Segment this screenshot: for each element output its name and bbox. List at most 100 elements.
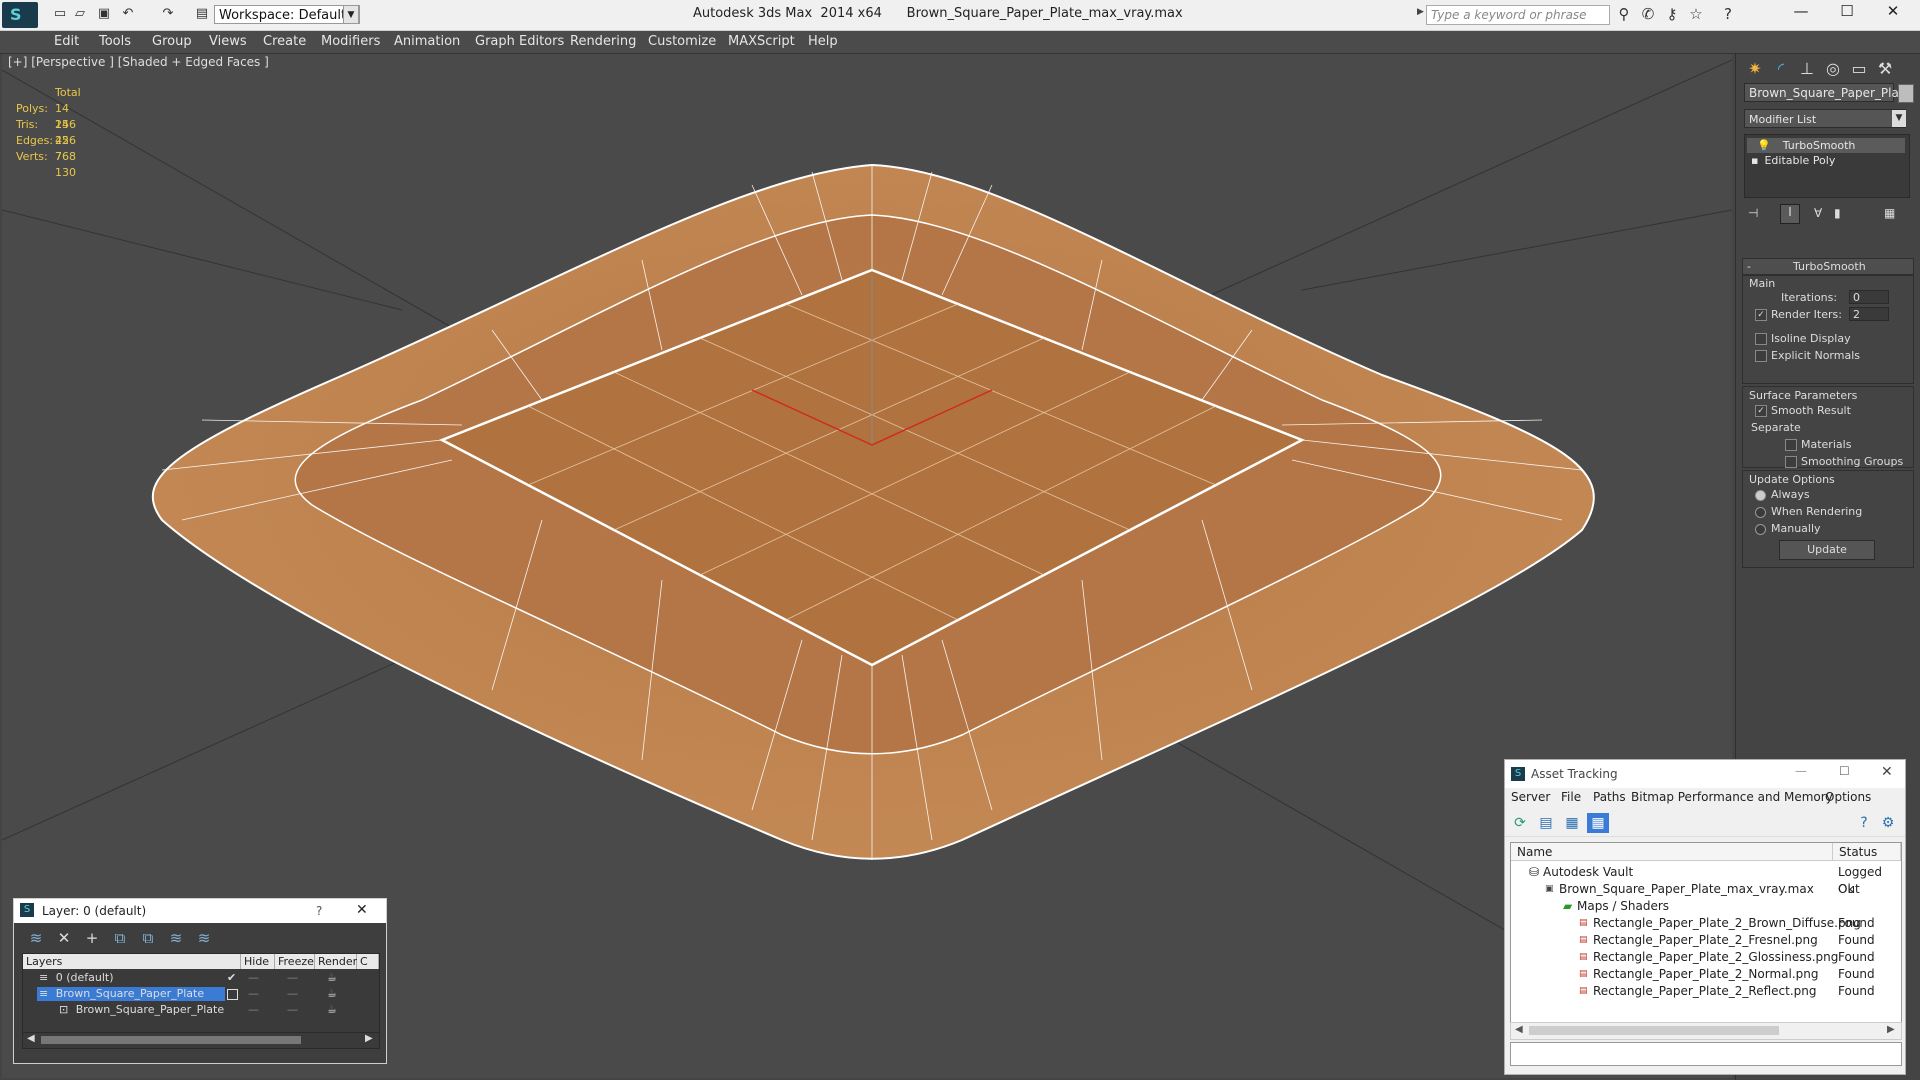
create-tab-icon[interactable]: ✷ [1744,58,1766,80]
column-c[interactable]: C [357,954,379,969]
render-teapot-icon[interactable]: ☕ [327,1002,337,1018]
make-current-checkbox[interactable] [227,989,238,1000]
menu-group[interactable]: Group [152,34,192,49]
menu-options[interactable]: Options [1825,790,1871,804]
lightbulb-icon[interactable]: 💡 [1747,139,1771,152]
vault-settings-icon[interactable]: ⚙ [1877,813,1899,833]
search-input[interactable]: Type a keyword or phrase [1426,5,1610,25]
freeze-toggle[interactable]: — [287,986,298,1002]
menu-file[interactable]: File [1561,790,1581,804]
remove-modifier-icon[interactable]: ▮ [1834,206,1841,220]
smooth-result-checkbox[interactable]: ✓ [1755,405,1767,417]
close-icon[interactable]: ✕ [1881,764,1893,780]
render-teapot-icon[interactable]: ☕ [327,986,337,1002]
thumbnail-view-icon[interactable]: ▦ [1561,813,1583,833]
select-objects-icon[interactable]: ⧉ [108,927,132,949]
menu-help[interactable]: Help [808,34,838,49]
layer-horizontal-scrollbar[interactable]: ◀ ▶ [23,1032,379,1047]
asset-row-max-file[interactable]: ▣ Brown_Square_Paper_Plate_max_vray.max … [1511,881,1901,898]
explicit-normals-checkbox[interactable] [1755,350,1767,362]
menu-views[interactable]: Views [209,34,247,49]
close-icon[interactable]: ✕ [356,902,368,918]
hide-toggle[interactable]: — [248,986,259,1002]
layer-window-titlebar[interactable]: S Layer: 0 (default) ? ✕ [14,899,386,923]
when-rendering-radio[interactable] [1755,507,1766,518]
new-file-icon[interactable]: ▭ [52,6,68,22]
asset-row-maps-folder[interactable]: ▰ Maps / Shaders [1511,898,1901,915]
always-radio[interactable] [1755,490,1766,501]
modifier-list-arrow-icon[interactable]: ▼ [1892,110,1906,127]
column-layers[interactable]: Layers [23,954,241,969]
highlight-layer-icon[interactable]: ⧉ [136,927,160,949]
workspace-dropdown-button[interactable]: ▼ [343,5,359,24]
save-icon[interactable]: ▣ [96,6,112,22]
column-freeze[interactable]: Freeze [275,954,315,969]
menu-bitmap-performance[interactable]: Bitmap Performance and Memory [1631,790,1833,804]
menu-server[interactable]: Server [1511,790,1550,804]
favorites-star-icon[interactable]: ☆ [1686,5,1706,23]
collapse-plus-icon[interactable]: ▪ [1747,154,1758,167]
scroll-right-icon[interactable]: ▶ [1887,1024,1895,1035]
modify-tab-icon[interactable]: ◜ [1770,58,1792,80]
help-icon[interactable]: ? [316,904,322,918]
configure-modifier-sets-icon[interactable]: ▦ [1884,206,1895,220]
help-icon[interactable]: ? [1718,5,1738,23]
stack-item-turbosmooth[interactable]: 💡 TurboSmooth [1747,138,1905,153]
binoculars-icon[interactable]: ⚲ [1614,5,1634,23]
hide-all-layers-icon[interactable]: ≋ [164,927,188,949]
render-teapot-icon[interactable]: ☕ [327,970,337,986]
undo-icon[interactable]: ↶ [120,6,136,22]
app-logo-icon[interactable]: S [2,2,38,28]
iterations-spinner[interactable]: 0 [1849,290,1889,304]
menu-customize[interactable]: Customize [648,34,716,49]
asset-row-map[interactable]: ▤ Rectangle_Paper_Plate_2_Glossiness.png… [1511,949,1901,966]
modifier-list-dropdown[interactable]: Modifier List [1744,109,1906,128]
motion-tab-icon[interactable]: ◎ [1822,58,1844,80]
asset-row-map[interactable]: ▤ Rectangle_Paper_Plate_2_Brown_Diffuse.… [1511,915,1901,932]
asset-row-vault[interactable]: ⛁ Autodesk Vault Logged Out [1511,864,1901,896]
menu-modifiers[interactable]: Modifiers [321,34,380,49]
hide-toggle[interactable]: — [248,970,259,986]
asset-row-map[interactable]: ▤ Rectangle_Paper_Plate_2_Fresnel.png Fo… [1511,932,1901,949]
key-icon[interactable]: ⚷ [1662,5,1682,23]
asset-row-map[interactable]: ▤ Rectangle_Paper_Plate_2_Normal.png Fou… [1511,966,1901,983]
render-iters-spinner[interactable]: 2 [1849,307,1889,321]
menu-graph-editors[interactable]: Graph Editors [475,34,564,49]
freeze-toggle[interactable]: — [287,1002,298,1018]
freeze-toggle[interactable]: — [287,970,298,986]
stack-item-editable-poly[interactable]: ▪ Editable Poly [1747,153,1905,168]
smoothing-groups-checkbox[interactable] [1785,456,1797,468]
scroll-thumb[interactable] [41,1036,301,1044]
minimize-icon[interactable]: — [1795,764,1807,778]
menu-maxscript[interactable]: MAXScript [728,34,795,49]
object-color-swatch[interactable] [1898,84,1914,103]
communication-center-icon[interactable]: ✆ [1638,5,1658,23]
layer-row-default[interactable]: ≡ 0 (default) ✔ — — ☕ [23,970,379,986]
menu-animation[interactable]: Animation [394,34,460,49]
refresh-icon[interactable]: ⟳ [1509,813,1531,833]
workspace-dropdown[interactable]: Workspace: Default▼ [214,5,360,24]
pin-stack-icon[interactable]: ⊣ [1748,206,1758,220]
delete-layer-icon[interactable]: ✕ [52,927,76,949]
menu-tools[interactable]: Tools [99,34,131,49]
scroll-right-icon[interactable]: ▶ [365,1033,373,1044]
vault-help-icon[interactable]: ? [1853,813,1875,833]
project-folder-icon[interactable]: ▤ [194,6,210,22]
search-expand-icon[interactable]: ▶ [1417,7,1424,17]
menu-rendering[interactable]: Rendering [570,34,636,49]
column-status[interactable]: Status [1833,843,1901,861]
asset-row-map[interactable]: ▤ Rectangle_Paper_Plate_2_Reflect.png Fo… [1511,983,1901,1000]
hierarchy-tab-icon[interactable]: ⊥ [1796,58,1818,80]
utilities-tab-icon[interactable]: ⚒ [1874,58,1896,80]
display-tab-icon[interactable]: ▭ [1848,58,1870,80]
open-file-icon[interactable]: ▱ [72,6,88,22]
scroll-left-icon[interactable]: ◀ [1515,1024,1523,1035]
current-layer-check-icon[interactable]: ✔ [227,970,236,986]
menu-edit[interactable]: Edit [54,34,79,49]
layer-row-plate[interactable]: ≡ Brown_Square_Paper_Plate — — ☕ [23,986,379,1002]
render-iters-checkbox[interactable]: ✓ [1755,309,1767,321]
manually-radio[interactable] [1755,524,1766,535]
minimize-window-icon[interactable]: — [1786,2,1816,20]
freeze-all-layers-icon[interactable]: ≋ [192,927,216,949]
table-view-icon[interactable]: ▦ [1587,813,1609,833]
